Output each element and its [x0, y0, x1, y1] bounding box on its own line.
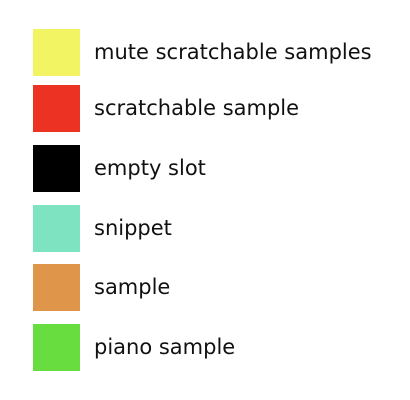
- legend-swatch-orange: [33, 263, 80, 311]
- legend-item-snippet: snippet: [33, 204, 172, 252]
- legend-item-sample: sample: [33, 263, 170, 311]
- legend-label: piano sample: [94, 334, 236, 359]
- legend-item-scratchable-sample: scratchable sample: [33, 84, 299, 132]
- legend-swatch-red: [33, 84, 80, 132]
- legend-label: sample: [94, 274, 171, 299]
- legend-swatch-green: [33, 323, 80, 371]
- legend-item-mute-scratchable-samples: mute scratchable samples: [33, 28, 372, 76]
- legend-swatch-black: [33, 144, 80, 192]
- legend-label: empty slot: [94, 155, 206, 180]
- legend-swatch-teal: [33, 204, 80, 252]
- legend-label: scratchable sample: [94, 95, 300, 120]
- legend-item-piano-sample: piano sample: [33, 323, 235, 371]
- legend-label: mute scratchable samples: [94, 39, 372, 64]
- legend-item-empty-slot: empty slot: [33, 144, 206, 192]
- legend-swatch-yellow: [33, 28, 80, 76]
- color-legend: mute scratchable samples scratchable sam…: [0, 0, 410, 400]
- legend-label: snippet: [94, 215, 172, 240]
